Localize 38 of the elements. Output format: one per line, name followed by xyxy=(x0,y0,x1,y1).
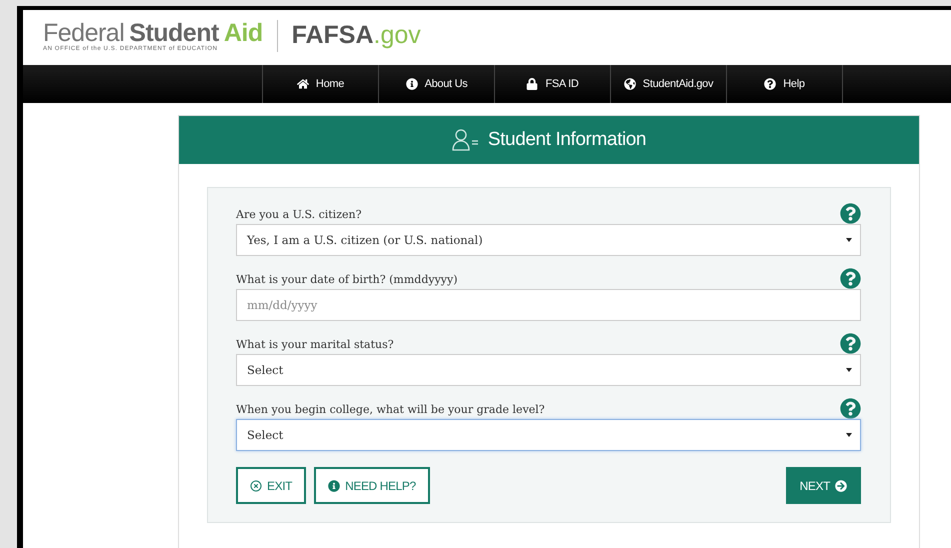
help-icon[interactable] xyxy=(840,203,861,224)
nav-link[interactable]: About Us xyxy=(378,65,494,103)
question-label: When you begin college, what will be your grade level? xyxy=(236,403,545,418)
action-button[interactable]: NEED HELP? xyxy=(314,467,430,504)
info-icon xyxy=(406,78,418,90)
question-label: Are you a U.S. citizen? xyxy=(236,208,362,223)
nav-link[interactable]: FSA ID xyxy=(494,65,610,103)
globe-icon xyxy=(624,78,636,90)
info-icon xyxy=(328,480,340,492)
help-icon[interactable] xyxy=(840,333,861,354)
action-button[interactable]: NEXT xyxy=(786,467,861,504)
arrow-icon xyxy=(835,480,847,492)
logo-text: Aid xyxy=(224,20,263,46)
caret-icon xyxy=(846,433,852,437)
question-label: What is your marital status? xyxy=(236,338,394,353)
lock-icon xyxy=(526,78,538,90)
caret-icon xyxy=(846,368,852,372)
select-field[interactable]: Select xyxy=(236,354,861,386)
help-icon[interactable] xyxy=(840,268,861,289)
help-icon xyxy=(764,78,776,90)
person-icon xyxy=(452,129,480,151)
select-field[interactable]: Yes, I am a U.S. citizen (or U.S. national) xyxy=(236,224,861,256)
close-icon xyxy=(250,480,262,492)
nav-link[interactable]: Help xyxy=(726,65,843,103)
help-icon[interactable] xyxy=(840,398,861,419)
nav-link[interactable]: Home xyxy=(262,65,378,103)
action-button[interactable]: EXIT xyxy=(236,467,306,504)
home-icon xyxy=(296,78,309,90)
site-suffix: .gov xyxy=(374,21,421,50)
question-label: What is your date of birth? (mmddyyyy) xyxy=(236,273,458,288)
nav-link[interactable]: StudentAid.gov xyxy=(610,65,726,103)
logo-text: Student xyxy=(129,20,219,46)
date-input-field[interactable]: mm/dd/yyyy xyxy=(236,289,861,321)
card-title: Student Information xyxy=(488,129,646,151)
site-name: FAFSA xyxy=(292,21,374,50)
caret-icon xyxy=(846,238,852,242)
select-field[interactable]: Select xyxy=(236,419,861,451)
logo-text: Federal xyxy=(43,20,124,46)
